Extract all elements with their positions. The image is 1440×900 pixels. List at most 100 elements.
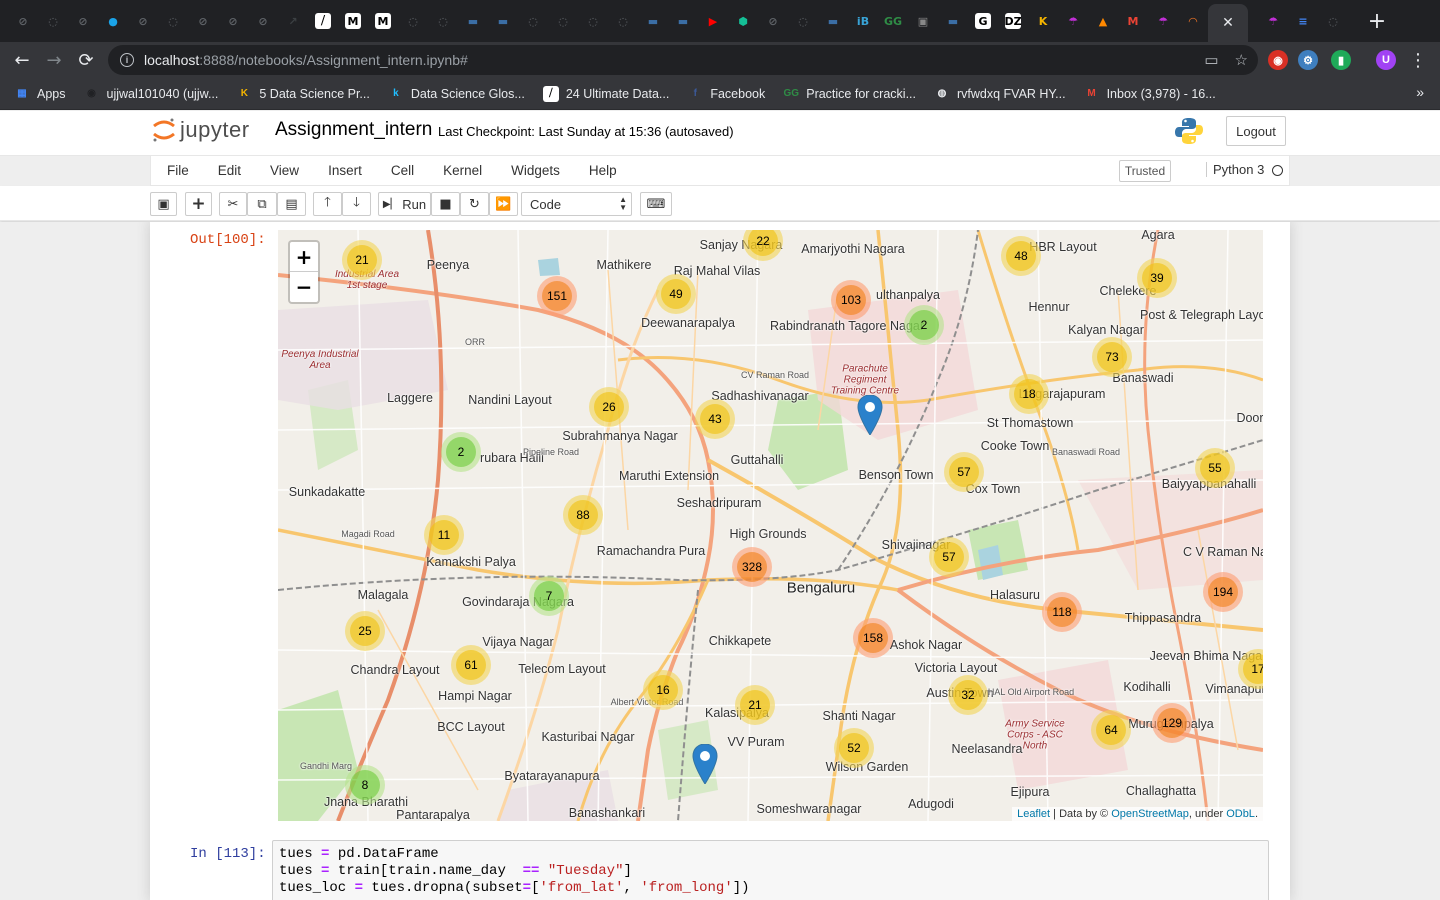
move-down-button[interactable]: 🡓 bbox=[342, 192, 371, 216]
bookmark-item[interactable]: GG Practice for cracki... bbox=[783, 86, 916, 102]
browser-tab[interactable]: ▬ bbox=[458, 6, 488, 36]
marker-cluster[interactable]: 49 bbox=[656, 274, 696, 314]
marker-cluster[interactable]: 7 bbox=[529, 576, 569, 616]
browser-tab[interactable]: ▬ bbox=[488, 6, 518, 36]
zoom-out-button[interactable]: − bbox=[290, 272, 318, 302]
menu-help[interactable]: Help bbox=[589, 163, 632, 178]
browser-tab[interactable]: M bbox=[1118, 6, 1148, 36]
marker-cluster[interactable]: 8 bbox=[345, 765, 385, 805]
browser-tab[interactable]: ◌ bbox=[1318, 6, 1348, 36]
folium-map[interactable]: Peenya Mathikere Sanjay Nagara Amarjyothi N… bbox=[278, 230, 1263, 821]
marker-cluster[interactable]: 194 bbox=[1203, 572, 1243, 612]
bookmarks-overflow-button[interactable]: » bbox=[1416, 84, 1424, 100]
menu-widgets[interactable]: Widgets bbox=[511, 163, 575, 178]
bookmark-item[interactable]: ⧸ 24 Ultimate Data... bbox=[542, 85, 669, 102]
address-bar[interactable]: i localhost:8888/notebooks/Assignment_in… bbox=[108, 45, 1258, 75]
odbl-link[interactable]: ODbL bbox=[1226, 808, 1255, 820]
marker-cluster[interactable]: 25 bbox=[345, 611, 385, 651]
bookmark-item[interactable]: K 5 Data Science Pr... bbox=[236, 86, 370, 102]
extension-robot-icon[interactable]: ⚙ bbox=[1298, 50, 1318, 70]
zoom-in-button[interactable]: + bbox=[290, 242, 318, 272]
osm-link[interactable]: OpenStreetMap bbox=[1111, 808, 1189, 820]
bookmark-item[interactable]: ◉ ujjwal101040 (ujjw... bbox=[84, 86, 218, 102]
marker-cluster[interactable]: 129 bbox=[1152, 703, 1192, 743]
menu-cell[interactable]: Cell bbox=[391, 163, 429, 178]
site-info-icon[interactable]: i bbox=[120, 53, 134, 67]
browser-tab[interactable]: ≡ bbox=[1288, 6, 1318, 36]
notebook-name[interactable]: Assignment_intern bbox=[275, 119, 432, 141]
restart-run-all-button[interactable]: ⏩ bbox=[489, 192, 518, 216]
browser-tab[interactable]: ◌ bbox=[548, 6, 578, 36]
bookmark-star-icon[interactable]: ☆ bbox=[1235, 51, 1248, 69]
browser-tab[interactable]: iB bbox=[848, 6, 878, 36]
marker-cluster[interactable]: 48 bbox=[1001, 236, 1041, 276]
bookmark-item[interactable]: k Data Science Glos... bbox=[388, 86, 525, 102]
marker-cluster[interactable]: 103 bbox=[831, 280, 871, 320]
browser-tab[interactable]: ▬ bbox=[668, 6, 698, 36]
marker-cluster[interactable]: 32 bbox=[948, 675, 988, 715]
forward-button[interactable]: → bbox=[38, 44, 70, 76]
extension-green-icon[interactable]: ▮ bbox=[1331, 50, 1351, 70]
browser-tab[interactable]: ↗ bbox=[278, 6, 308, 36]
bookmark-item[interactable]: ◍ rvfwdxq FVAR HY... bbox=[934, 86, 1066, 102]
kernel-name[interactable]: Python 3 bbox=[1206, 162, 1264, 177]
close-tab-icon[interactable]: ✕ bbox=[1222, 15, 1234, 31]
marker-cluster[interactable]: 43 bbox=[695, 399, 735, 439]
marker-cluster[interactable]: 21 bbox=[735, 685, 775, 725]
trusted-indicator[interactable]: Trusted bbox=[1119, 160, 1171, 182]
browser-tab[interactable]: ⊘ bbox=[8, 6, 38, 36]
copy-button[interactable]: ⧉ bbox=[247, 192, 277, 216]
menu-kernel[interactable]: Kernel bbox=[443, 163, 497, 178]
menu-insert[interactable]: Insert bbox=[328, 163, 377, 178]
browser-tab[interactable]: K bbox=[1028, 6, 1058, 36]
browser-tab-active[interactable]: ✕ bbox=[1208, 4, 1248, 42]
browser-tab[interactable]: ☂ bbox=[1058, 6, 1088, 36]
marker-cluster[interactable]: 57 bbox=[944, 452, 984, 492]
browser-tab[interactable]: ◌ bbox=[608, 6, 638, 36]
browser-tab[interactable]: ▬ bbox=[938, 6, 968, 36]
cell-type-select[interactable]: Code ▲ ▼ bbox=[521, 192, 632, 216]
browser-tab[interactable]: ◌ bbox=[38, 6, 68, 36]
browser-tab[interactable]: ● bbox=[98, 6, 128, 36]
browser-tab[interactable]: ◠ bbox=[1178, 6, 1208, 36]
browser-tab[interactable]: GG bbox=[878, 6, 908, 36]
browser-tab[interactable]: ◌ bbox=[518, 6, 548, 36]
marker-cluster[interactable]: 88 bbox=[563, 495, 603, 535]
insert-cell-button[interactable]: + bbox=[185, 192, 212, 216]
interrupt-button[interactable]: ■ bbox=[431, 192, 460, 216]
marker-cluster[interactable]: 118 bbox=[1042, 592, 1082, 632]
cut-button[interactable]: ✂ bbox=[219, 192, 247, 216]
jupyter-logo[interactable]: jupyter bbox=[152, 116, 250, 144]
marker-cluster[interactable]: 64 bbox=[1091, 710, 1131, 750]
back-button[interactable]: ← bbox=[6, 44, 38, 76]
menu-edit[interactable]: Edit bbox=[218, 163, 256, 178]
bookmark-item[interactable]: ▦ Apps bbox=[14, 86, 65, 102]
marker-cluster[interactable]: 61 bbox=[451, 645, 491, 685]
marker-cluster[interactable]: 55 bbox=[1195, 448, 1235, 488]
location-marker[interactable] bbox=[692, 743, 718, 789]
browser-tab[interactable]: M bbox=[338, 6, 368, 36]
menu-kebab-icon[interactable]: ⋮ bbox=[1402, 44, 1434, 76]
paste-button[interactable]: ▤ bbox=[277, 192, 306, 216]
move-up-button[interactable]: 🡑 bbox=[313, 192, 342, 216]
browser-tab[interactable]: ⊘ bbox=[218, 6, 248, 36]
marker-cluster[interactable]: 52 bbox=[834, 728, 874, 768]
browser-tab[interactable]: ▬ bbox=[818, 6, 848, 36]
profile-avatar[interactable]: U bbox=[1376, 50, 1396, 70]
browser-tab[interactable]: ⧸ bbox=[308, 6, 338, 36]
marker-cluster[interactable]: 158 bbox=[853, 618, 893, 658]
bookmark-item[interactable]: M Inbox (3,978) - 16... bbox=[1084, 86, 1215, 102]
marker-cluster[interactable]: 11 bbox=[424, 515, 464, 555]
menu-view[interactable]: View bbox=[270, 163, 314, 178]
marker-cluster[interactable]: 2 bbox=[904, 305, 944, 345]
reload-button[interactable]: ⟳ bbox=[70, 44, 102, 76]
browser-tab[interactable]: ⊘ bbox=[758, 6, 788, 36]
marker-cluster[interactable]: 26 bbox=[589, 387, 629, 427]
command-palette-button[interactable]: ⌨ bbox=[640, 192, 672, 216]
browser-tab[interactable]: ◌ bbox=[578, 6, 608, 36]
new-tab-button[interactable]: + bbox=[1362, 6, 1392, 36]
run-button[interactable]: ▶▏ Run bbox=[378, 192, 431, 216]
browser-tab[interactable]: ⊘ bbox=[128, 6, 158, 36]
logout-button[interactable]: Logout bbox=[1226, 116, 1286, 146]
extension-red-icon[interactable]: ◉ bbox=[1268, 50, 1288, 70]
